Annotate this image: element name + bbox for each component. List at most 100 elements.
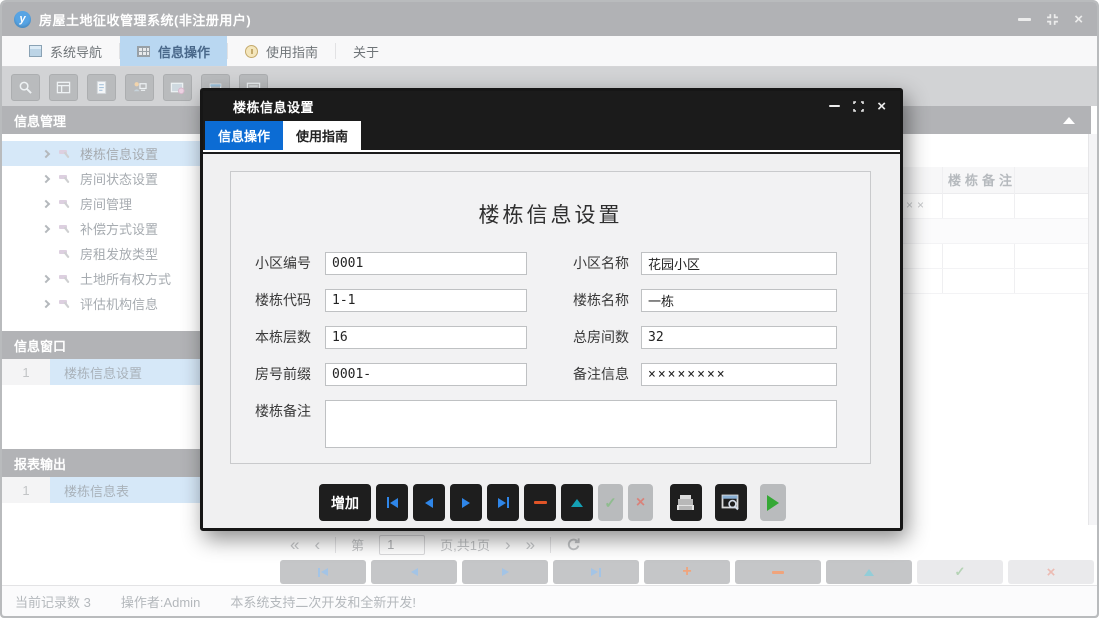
dialog-window-controls: ×: [829, 99, 886, 114]
section-header-management[interactable]: 信息管理: [2, 106, 208, 134]
tree-label: 房租发放类型: [80, 244, 158, 263]
edit-record-button[interactable]: [561, 484, 593, 521]
collapse-panel-icon[interactable]: [1063, 117, 1075, 124]
dialog-maximize-button[interactable]: [853, 101, 864, 112]
print-button[interactable]: [670, 484, 702, 521]
info-window-row[interactable]: 1 楼栋信息设置: [2, 359, 201, 385]
window-controls: ×: [1018, 12, 1083, 27]
cross-icon: ×: [1047, 565, 1056, 580]
prev-page-button[interactable]: ‹: [314, 536, 320, 553]
menu-item-user-guide[interactable]: 使用指南: [228, 36, 335, 66]
community-code-input[interactable]: [325, 252, 527, 275]
minimize-button[interactable]: [1018, 18, 1031, 21]
building-code-input[interactable]: [325, 289, 527, 312]
run-button[interactable]: [760, 484, 786, 521]
tree-item-compensation[interactable]: 补偿方式设置: [2, 216, 208, 241]
next-record-button[interactable]: [450, 484, 482, 521]
tree-label: 评估机构信息: [80, 294, 158, 313]
page-number-input[interactable]: [379, 535, 425, 555]
search-icon: [18, 79, 33, 96]
tree-item-room-management[interactable]: 房间管理: [2, 191, 208, 216]
clock-icon: [245, 45, 258, 58]
building-name-input[interactable]: [641, 289, 837, 312]
nav-last-button[interactable]: [553, 560, 639, 584]
cross-icon: ×: [636, 495, 645, 511]
add-button[interactable]: 增加: [319, 484, 371, 521]
table-window-icon: [56, 79, 71, 96]
tool-icon: [58, 247, 71, 260]
delete-record-button[interactable]: [524, 484, 556, 521]
window-preview-button[interactable]: [163, 74, 192, 101]
dialog-tab-user-guide[interactable]: 使用指南: [283, 121, 361, 150]
menu-item-about[interactable]: 关于: [336, 36, 396, 66]
insert-record-button[interactable]: +: [644, 560, 730, 584]
dialog-minimize-button[interactable]: [829, 105, 840, 107]
next-record-icon: [462, 498, 470, 508]
last-record-icon: [507, 497, 509, 508]
pagination-bar: « ‹ 第 页,共1页 › »: [208, 530, 1088, 559]
operator-label: 操作者:Admin: [121, 592, 200, 611]
delete-record-button[interactable]: [735, 560, 821, 584]
first-record-button[interactable]: [376, 484, 408, 521]
menu-label: 系统导航: [50, 42, 102, 61]
minus-icon: [772, 571, 784, 574]
field-label-room-count: 总房间数: [573, 326, 629, 349]
nav-next-button[interactable]: [462, 560, 548, 584]
edit-record-button[interactable]: [826, 560, 912, 584]
remark-info-input[interactable]: [641, 363, 837, 386]
field-label-building-name: 楼栋名称: [573, 289, 629, 312]
section-header-reports[interactable]: 报表输出: [2, 449, 208, 477]
window-title: 房屋土地征收管理系统(非注册用户): [39, 10, 251, 29]
room-prefix-input[interactable]: [325, 363, 527, 386]
refresh-icon[interactable]: [566, 537, 581, 552]
prev-record-icon: [425, 498, 433, 508]
first-record-icon: [387, 497, 389, 508]
document-button[interactable]: [87, 74, 116, 101]
dialog-tab-info-operation[interactable]: 信息操作: [205, 121, 283, 150]
cancel-record-button[interactable]: ×: [628, 484, 653, 521]
menu-item-info-operation[interactable]: 信息操作: [120, 36, 227, 66]
last-record-icon: [498, 498, 506, 508]
tool-icon: [58, 297, 71, 310]
cancel-record-button[interactable]: ×: [1008, 560, 1094, 584]
building-remark-textarea[interactable]: [325, 400, 837, 448]
nav-first-button[interactable]: [280, 560, 366, 584]
minimize-icon: [829, 105, 840, 107]
search-button[interactable]: [11, 74, 40, 101]
restore-button[interactable]: [1046, 13, 1059, 26]
report-row[interactable]: 1 楼栋信息表: [2, 477, 201, 503]
section-header-info-window[interactable]: 信息窗口: [2, 331, 208, 359]
nav-prev-button[interactable]: [371, 560, 457, 584]
tree-item-room-status[interactable]: 房间状态设置: [2, 166, 208, 191]
last-page-button[interactable]: »: [526, 536, 535, 553]
tree-item-evaluation-agency[interactable]: 评估机构信息: [2, 291, 208, 316]
grid-icon: [137, 46, 150, 57]
play-icon: [767, 495, 779, 511]
vertical-scrollbar[interactable]: [1088, 134, 1097, 525]
first-page-button[interactable]: «: [290, 536, 299, 553]
close-button[interactable]: ×: [1074, 12, 1083, 27]
tool-icon: [58, 272, 71, 285]
table-window-button[interactable]: [49, 74, 78, 101]
next-page-button[interactable]: ›: [505, 536, 511, 553]
post-record-button[interactable]: ✓: [598, 484, 623, 521]
tree-item-building-info[interactable]: 楼栋信息设置: [2, 141, 208, 166]
form-heading: 楼栋信息设置: [231, 199, 870, 229]
user-computer-button[interactable]: [125, 74, 154, 101]
community-name-input[interactable]: [641, 252, 837, 275]
section-title: 报表输出: [14, 454, 66, 473]
chevron-right-icon: [42, 274, 50, 282]
prev-record-button[interactable]: [413, 484, 445, 521]
tool-icon: [58, 222, 71, 235]
preview-button[interactable]: [715, 484, 747, 521]
first-record-icon: [321, 568, 328, 576]
room-count-input[interactable]: [641, 326, 837, 349]
menu-item-system-nav[interactable]: 系统导航: [12, 36, 119, 66]
last-record-button[interactable]: [487, 484, 519, 521]
floor-count-input[interactable]: [325, 326, 527, 349]
post-record-button[interactable]: ✓: [917, 560, 1003, 584]
tree-item-rent-type[interactable]: 房租发放类型: [2, 241, 208, 266]
building-form-panel: 楼栋信息设置 小区编号 小区名称 楼栋代码 楼栋名称 本栋层数 总房间数 房号前…: [230, 171, 871, 464]
dialog-close-button[interactable]: ×: [877, 99, 886, 114]
tree-item-land-ownership[interactable]: 土地所有权方式: [2, 266, 208, 291]
